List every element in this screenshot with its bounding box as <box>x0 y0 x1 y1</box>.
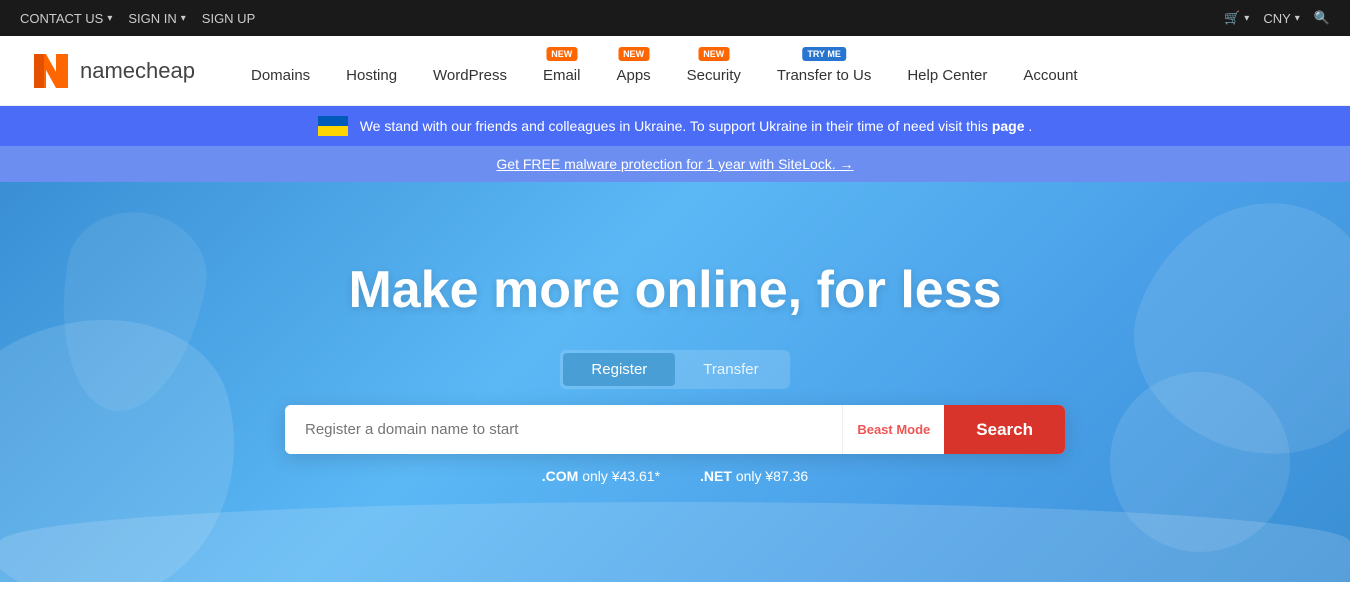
nav-item-hosting[interactable]: Hosting <box>330 49 413 92</box>
currency-chevron-icon: ▾ <box>1295 13 1300 24</box>
nav-item-security[interactable]: NEW Security <box>671 49 757 92</box>
logo-icon <box>30 50 72 92</box>
domain-prices: .COM only ¥43.61* .NET only ¥87.36 <box>542 468 808 484</box>
topbar: CONTACT US ▾ SIGN IN ▾ SIGN UP 🛒 ▾ CNY ▾… <box>0 0 1350 36</box>
nav-item-domains[interactable]: Domains <box>235 49 326 92</box>
hero-section: Make more online, for less Register Tran… <box>0 182 1350 582</box>
wave-decoration-right2 <box>1110 372 1290 552</box>
sign-up-link[interactable]: SIGN UP <box>202 11 255 26</box>
com-tld-link[interactable]: .COM <box>542 468 579 484</box>
nav-item-email[interactable]: NEW Email <box>527 49 597 92</box>
security-new-badge: NEW <box>698 47 729 61</box>
ukraine-banner: We stand with our friends and colleagues… <box>0 106 1350 146</box>
ukraine-text: We stand with our friends and colleagues… <box>360 118 1033 134</box>
domain-search-row: Beast Mode Search <box>285 405 1065 454</box>
wave-decoration-left <box>44 201 217 422</box>
domain-search-input[interactable] <box>285 405 842 454</box>
promo-link[interactable]: Get FREE malware protection for 1 year w… <box>496 156 853 172</box>
domain-tab-row: Register Transfer <box>560 350 789 389</box>
promo-bar: Get FREE malware protection for 1 year w… <box>0 146 1350 182</box>
beast-mode-toggle[interactable]: Beast Mode <box>842 405 944 454</box>
ukraine-flag <box>318 116 348 136</box>
net-tld-link[interactable]: .NET <box>700 468 732 484</box>
contact-chevron-icon: ▾ <box>107 13 112 24</box>
cart-chevron-icon: ▾ <box>1244 13 1249 24</box>
cart-icon-link[interactable]: 🛒 ▾ <box>1224 10 1249 26</box>
ukraine-page-link[interactable]: page <box>992 118 1025 134</box>
transfer-tab[interactable]: Transfer <box>675 353 786 386</box>
email-new-badge: NEW <box>546 47 577 61</box>
search-button[interactable]: Search <box>944 405 1065 454</box>
nav-item-transfer[interactable]: TRY ME Transfer to Us <box>761 49 887 92</box>
nav-item-helpcenter[interactable]: Help Center <box>891 49 1003 92</box>
nav-item-wordpress[interactable]: WordPress <box>417 49 523 92</box>
apps-new-badge: NEW <box>618 47 649 61</box>
register-tab[interactable]: Register <box>563 353 675 386</box>
contact-us-link[interactable]: CONTACT US ▾ <box>20 11 112 26</box>
logo-text: namecheap <box>80 58 195 84</box>
search-icon: 🔍 <box>1314 10 1330 26</box>
cart-icon: 🛒 <box>1224 10 1240 26</box>
topbar-right: 🛒 ▾ CNY ▾ 🔍 <box>1224 10 1330 26</box>
com-price: .COM only ¥43.61* <box>542 468 660 484</box>
topbar-left: CONTACT US ▾ SIGN IN ▾ SIGN UP <box>20 11 255 26</box>
search-icon-link[interactable]: 🔍 <box>1314 10 1330 26</box>
nav-item-account[interactable]: Account <box>1007 49 1093 92</box>
flag-top <box>318 116 348 126</box>
currency-selector[interactable]: CNY ▾ <box>1263 11 1299 26</box>
signin-chevron-icon: ▾ <box>181 13 186 24</box>
flag-bottom <box>318 126 348 136</box>
nav-item-apps[interactable]: NEW Apps <box>600 49 666 92</box>
hero-title: Make more online, for less <box>348 260 1001 320</box>
navbar: namecheap Domains Hosting WordPress NEW … <box>0 36 1350 106</box>
logo[interactable]: namecheap <box>30 50 195 92</box>
transfer-tryme-badge: TRY ME <box>802 47 846 61</box>
nav-links: Domains Hosting WordPress NEW Email NEW … <box>235 49 1320 92</box>
net-price: .NET only ¥87.36 <box>700 468 808 484</box>
sign-in-link[interactable]: SIGN IN ▾ <box>128 11 185 26</box>
